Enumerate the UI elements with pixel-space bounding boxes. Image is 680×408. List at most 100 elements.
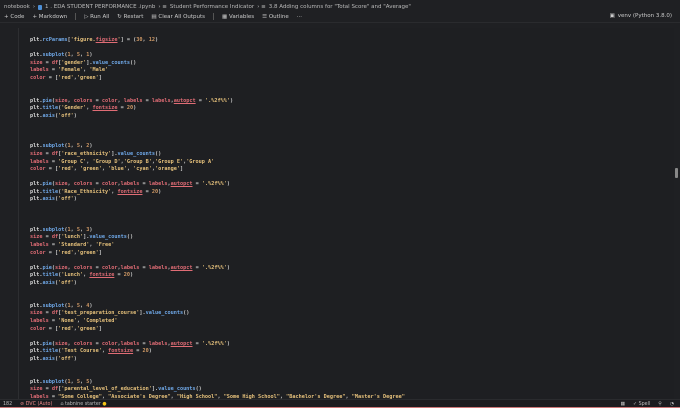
code-token: = xyxy=(139,340,149,347)
code-token: colors xyxy=(73,97,93,104)
code-token: labels xyxy=(123,97,143,104)
code-token: = xyxy=(42,386,52,393)
code-token: color xyxy=(30,249,46,256)
code-token: 'red' xyxy=(58,74,74,81)
code-line: plt.title('Test Course', fontsize = 20) xyxy=(30,348,405,356)
code-token: () xyxy=(126,234,134,241)
code-token: 'off' xyxy=(58,280,74,286)
code-token: subplot xyxy=(42,302,65,309)
breadcrumb-item[interactable]: 1 . EDA STUDENT PERFORMANCE .ipynb xyxy=(45,4,155,10)
star-icon: ● xyxy=(102,401,107,407)
clear-outputs-button[interactable]: ▤ Clear All Outputs xyxy=(151,14,205,20)
breadcrumb-item[interactable]: Student Performance Indicator xyxy=(170,4,254,10)
breadcrumb-item[interactable]: notebook xyxy=(4,4,30,10)
code-token: size xyxy=(30,59,43,66)
code-token: labels xyxy=(30,242,49,249)
code-token: ) xyxy=(73,280,77,286)
code-token: ] xyxy=(180,166,184,173)
code-token: color xyxy=(30,74,46,81)
more-actions-button[interactable]: ··· xyxy=(297,14,302,20)
dvc-status[interactable]: ⊘ DVC (Auto) xyxy=(20,402,52,407)
line-count: 182 xyxy=(3,401,13,407)
code-line: plt.pie(size, colors = color,labels = la… xyxy=(30,265,405,273)
code-line: labels = 'None', 'Completed' xyxy=(30,318,405,326)
code-token: axis xyxy=(42,196,56,203)
code-line: plt.pie(size, colors = color, labels = l… xyxy=(30,98,405,106)
code-token: '.%2f%%' xyxy=(201,264,227,271)
divider xyxy=(75,13,77,20)
code-token: pie xyxy=(42,181,52,188)
code-token: ) xyxy=(226,264,230,271)
code-token: = xyxy=(42,310,52,317)
scrollbar[interactable] xyxy=(675,168,678,178)
code-token: = xyxy=(142,97,152,104)
tabnine-status[interactable]: ⌂ tabnine starter ● xyxy=(60,402,106,407)
code-token: plt. xyxy=(30,302,43,309)
code-token: 'off' xyxy=(58,112,74,119)
code-token: ) xyxy=(89,52,93,59)
code-token: size xyxy=(55,97,68,104)
code-token: 'cyan' xyxy=(133,166,152,173)
code-token: colors xyxy=(73,264,93,271)
code-line: size = df['lunch'].value_counts() xyxy=(30,234,405,242)
code-token: subplot xyxy=(42,52,65,59)
code-token: autopct xyxy=(170,264,193,271)
code-line: labels = 'Group C', 'Group D','Group B',… xyxy=(30,159,405,167)
code-token: colors xyxy=(73,340,93,347)
restart-button[interactable]: ↻ Restart xyxy=(117,14,143,20)
code-token: 'red' xyxy=(58,325,74,332)
code-line: size = df['parental_level_of_education']… xyxy=(30,386,405,394)
add-code-button[interactable]: + Code xyxy=(4,14,24,20)
code-token: () xyxy=(195,386,202,393)
run-all-button[interactable]: ▷ Run All xyxy=(84,14,109,20)
code-token: colors xyxy=(73,181,93,188)
code-token: ] xyxy=(98,74,102,81)
code-token: ) xyxy=(133,105,137,112)
code-token: plt. xyxy=(30,97,43,104)
breadcrumb-item[interactable]: 3.8 Adding columns for "Total Score" and… xyxy=(269,4,411,10)
code-token: 'None' xyxy=(58,317,77,324)
code-token: ) xyxy=(89,143,93,150)
add-markdown-button[interactable]: + Markdown xyxy=(32,14,67,20)
code-token: = [ xyxy=(45,325,59,332)
variables-button[interactable]: ▦ Variables xyxy=(222,14,254,20)
code-token: size xyxy=(30,150,43,157)
code-token: 'orange' xyxy=(155,166,180,173)
code-token: () xyxy=(129,59,137,66)
code-token: () xyxy=(183,310,190,317)
code-line: plt.axis('off') xyxy=(30,113,405,121)
code-token: = xyxy=(48,317,59,324)
code-token: fontsize xyxy=(89,272,115,279)
code-token: color xyxy=(101,97,118,104)
code-token: 'Completed' xyxy=(83,317,118,324)
code-token: ) xyxy=(89,226,93,233)
code-token: = [ xyxy=(45,166,59,173)
code-token: = xyxy=(42,150,52,157)
code-token: autopct xyxy=(170,340,193,347)
code-token: plt. xyxy=(30,355,43,362)
code-token: size xyxy=(55,340,68,347)
code-token: '.%2f%%' xyxy=(205,97,230,104)
code-token: plt. xyxy=(30,196,43,203)
code-line: plt.title('Lunch', fontsize = 20) xyxy=(30,272,405,280)
kernel-picker[interactable]: ▣ venv (Python 3.8.0) xyxy=(610,13,672,19)
code-token: 'Female' xyxy=(58,67,84,74)
code-token: labels xyxy=(151,97,171,104)
code-line: labels = 'Standard', 'Free' xyxy=(30,242,405,250)
code-token: plt. xyxy=(30,52,43,59)
code-token: 'Gender' xyxy=(61,105,87,112)
code-line: plt.rcParams['figure.figsize'] = (30, 12… xyxy=(30,37,405,45)
code-token: labels xyxy=(148,340,168,347)
code-token: plt. xyxy=(30,272,43,279)
code-editor[interactable]: plt.rcParams['figure.figsize'] = (30, 12… xyxy=(30,37,405,402)
code-token: 'Free' xyxy=(95,242,115,249)
code-token: = xyxy=(117,105,127,112)
code-token: axis xyxy=(42,280,56,286)
outline-button[interactable]: ☰ Outline xyxy=(262,14,289,20)
code-line: color = ['red','green'] xyxy=(30,326,405,334)
code-token: ) xyxy=(158,188,162,195)
code-token: 'off' xyxy=(58,355,74,362)
